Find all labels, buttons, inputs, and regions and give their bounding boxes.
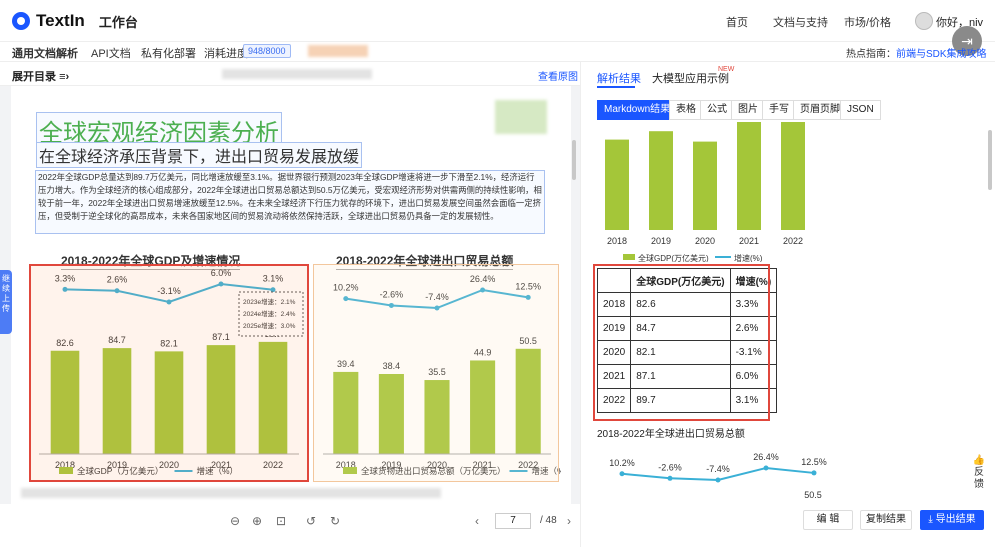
workspace-title: 工作台: [98, 14, 138, 30]
expand-toc-button[interactable]: 展开目录 ≡›: [12, 68, 69, 84]
x-tick-label: 2021: [739, 236, 759, 246]
bar: [737, 122, 761, 230]
fit-page-icon[interactable]: ⊡: [276, 514, 286, 528]
bar: [605, 139, 629, 230]
page-total: / 48: [540, 515, 557, 526]
rate-label: -2.6%: [658, 462, 682, 472]
selection-highlight[interactable]: [29, 264, 309, 482]
nav-docs[interactable]: 文档与支持: [773, 14, 828, 30]
legend-bar-label: 全球GDP(万亿美元): [638, 253, 709, 262]
nav-market[interactable]: 市场/价格: [844, 14, 891, 30]
trade-caption: 2018-2022年全球进出口贸易总额: [597, 429, 745, 440]
menu-icon: ≡›: [59, 71, 70, 83]
textin-logo-icon: [12, 12, 30, 30]
page-number-input[interactable]: 7: [495, 513, 531, 529]
prev-page-icon[interactable]: ‹: [475, 514, 479, 528]
edit-button[interactable]: 编 辑: [803, 510, 853, 530]
growth-point: [715, 477, 721, 483]
format-table[interactable]: 表格: [669, 100, 703, 120]
doc-scrollbar[interactable]: [572, 140, 576, 180]
x-tick-label: 2022: [783, 236, 803, 246]
next-page-icon[interactable]: ›: [567, 514, 571, 528]
avatar[interactable]: [915, 12, 933, 30]
nav-home[interactable]: 首页: [726, 14, 748, 30]
growth-point: [763, 465, 769, 471]
format-handwriting[interactable]: 手写: [762, 100, 796, 120]
legend-bar-swatch: [623, 254, 635, 260]
viewer-bottom-bar: [0, 504, 580, 547]
view-original-button[interactable]: 查看原图: [538, 68, 578, 83]
tab-api-docs[interactable]: API文档: [91, 45, 131, 61]
x-tick-label: 2020: [695, 236, 715, 246]
result-scrollbar[interactable]: [988, 130, 992, 190]
format-image[interactable]: 图片: [731, 100, 765, 120]
bar: [781, 122, 805, 230]
zoom-in-icon[interactable]: ⊕: [252, 514, 262, 528]
usage-label: 消耗进度: [204, 48, 248, 60]
rate-label: 26.4%: [753, 452, 779, 462]
export-result-button[interactable]: ⤓ 导出结果: [920, 510, 984, 530]
bar: [649, 131, 673, 230]
logo[interactable]: TextIn 工作台: [12, 11, 138, 31]
viewer-toolbar: 展开目录 ≡› 查看原图: [0, 62, 580, 86]
continue-upload-tab[interactable]: 继续上传: [0, 270, 12, 334]
format-header-footer[interactable]: 页眉页脚: [793, 100, 847, 120]
bar: [693, 141, 717, 230]
x-tick-label: 2019: [651, 236, 671, 246]
doc-paragraph[interactable]: 2022年全球GDP总量达到89.7万亿美元，同比增速放缓至3.1%。据世界银行…: [35, 170, 545, 234]
new-badge: NEW: [718, 66, 735, 73]
region-highlight[interactable]: [313, 264, 559, 482]
legend-line-label: 增速(%): [734, 253, 763, 262]
tab-general-parse[interactable]: 通用文档解析: [12, 45, 78, 61]
bar-value-label: 50.5: [804, 490, 822, 500]
result-trade-line: 10.2% -2.6% -7.4% 26.4% 12.5% 50.5: [609, 452, 827, 500]
format-json[interactable]: JSON: [840, 100, 881, 120]
document-page: 全球宏观经济因素分析 在全球经济承压背景下，进出口贸易发展放缓 2022年全球G…: [11, 86, 571, 504]
format-markdown[interactable]: Markdown结果: [597, 100, 678, 120]
result-gdp-chart: 2018 2019 2020 2021 2022 全球GDP(万亿美元) 增速(%): [605, 122, 805, 262]
promo-banner[interactable]: [308, 45, 368, 57]
logo-text: TextIn: [36, 11, 85, 30]
file-name: [222, 69, 372, 79]
feedback-button[interactable]: 👍 反馈: [970, 455, 988, 491]
doc-footnote: [21, 488, 441, 498]
active-tab-indicator: [597, 86, 635, 88]
growth-point: [667, 475, 673, 481]
copy-result-button[interactable]: 复制结果: [860, 510, 912, 530]
hint-guide[interactable]: 热点指南：前端与SDK集成攻略: [846, 45, 987, 60]
zoom-out-icon[interactable]: ⊖: [230, 514, 240, 528]
rotate-right-icon[interactable]: ↻: [330, 514, 340, 528]
sub-bar: 通用文档解析 API文档 私有化部署 消耗进度 948/8000 热点指南：前端…: [0, 42, 995, 62]
rate-label: -7.4%: [706, 464, 730, 474]
thumb-icon: 👍: [972, 455, 986, 466]
table-highlight[interactable]: [593, 264, 770, 421]
rotate-left-icon[interactable]: ↺: [306, 514, 316, 528]
doc-logo: [495, 100, 547, 134]
growth-point: [811, 470, 817, 476]
format-formula[interactable]: 公式: [700, 100, 734, 120]
rate-label: 10.2%: [609, 458, 635, 468]
doc-subtitle[interactable]: 在全球经济承压背景下，进出口贸易发展放缓: [36, 142, 363, 168]
tab-parse-result[interactable]: 解析结果: [597, 70, 641, 86]
x-tick-label: 2018: [607, 236, 627, 246]
usage-badge: 948/8000: [243, 44, 291, 58]
growth-point: [619, 471, 625, 477]
tab-private-deploy[interactable]: 私有化部署: [141, 45, 196, 61]
rate-label: 12.5%: [801, 457, 827, 467]
